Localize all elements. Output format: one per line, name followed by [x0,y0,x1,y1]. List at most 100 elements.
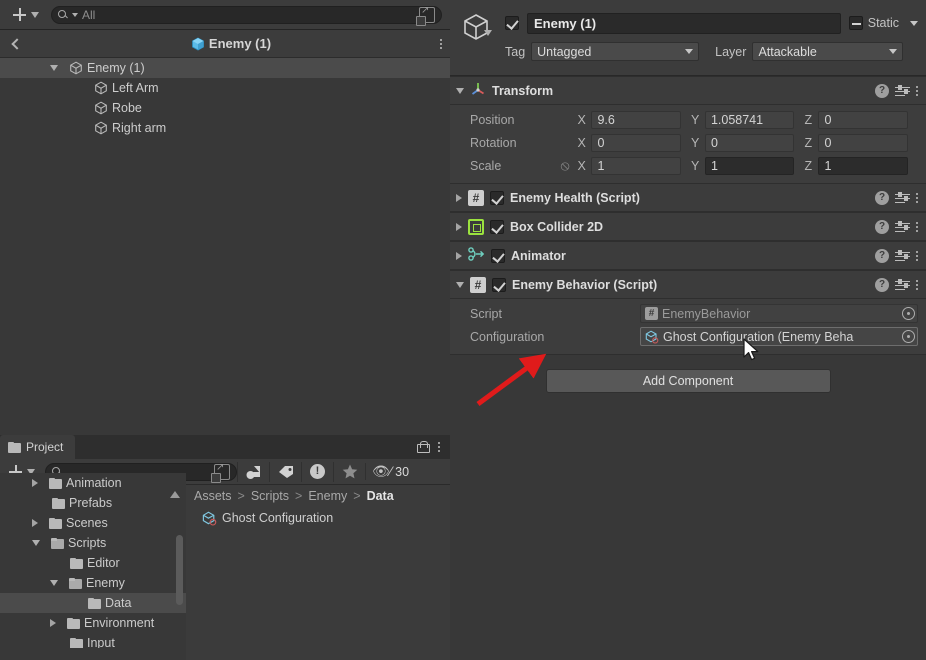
transform-scale-y-input[interactable]: 1 [704,156,795,175]
gameobject-name-input[interactable]: Enemy (1) [527,12,841,34]
transform-scale-x-input[interactable]: 1 [591,156,681,175]
favorites-icon[interactable] [333,461,365,482]
component-header-enemy-health-script[interactable]: # Enemy Health (Script)? [450,183,926,212]
expand-chevron-icon[interactable] [456,193,462,202]
expand-chevron-icon[interactable] [456,222,462,231]
project-folder-scripts[interactable]: Scripts [0,533,186,553]
exclamation-glyph: ! [310,464,325,479]
preset-icon[interactable] [895,84,910,98]
project-folder-scenes[interactable]: Scenes [0,513,186,533]
component-header-box-collider-2d[interactable]: Box Collider 2D? [450,212,926,241]
transform-scale-z-input[interactable]: 1 [818,156,908,175]
hierarchy-item-robe[interactable]: Robe [0,98,450,118]
transform-position-y-input[interactable]: 1.058741 [704,110,795,129]
hidden-assets-count[interactable]: 👁⁄ 30 [365,463,409,480]
expand-chevron-icon[interactable] [456,281,464,288]
static-checkbox[interactable] [848,16,863,30]
tag-dropdown[interactable]: Untagged [531,42,700,61]
hierarchy-item-right-arm[interactable]: Right arm [0,118,450,138]
prefab-title: Enemy (1) [22,36,440,51]
field-script-objectfield[interactable]: # EnemyBehavior [640,304,918,323]
project-folder-environment[interactable]: Environment [0,613,186,633]
expand-chevron-icon[interactable] [50,65,58,71]
project-folder-animation[interactable]: Animation [0,473,186,493]
preset-icon[interactable] [895,220,910,234]
component-enabled-checkbox[interactable] [491,248,505,263]
gameobject-enabled-checkbox[interactable] [505,16,519,30]
layer-dropdown[interactable]: Attackable [752,42,904,61]
expand-chevron-icon[interactable] [50,580,58,586]
constrain-proportions-icon[interactable] [559,157,577,174]
breadcrumb-item-scripts[interactable]: Scripts [251,489,289,503]
search-by-type-icon[interactable] [237,461,269,482]
project-folder-data[interactable]: Data [0,593,186,613]
expand-chevron-icon[interactable] [32,540,40,546]
static-toggle[interactable]: Static [848,16,918,30]
component-enabled-checkbox[interactable] [490,219,504,234]
help-icon[interactable]: ? [875,248,889,263]
preset-icon[interactable] [895,191,910,205]
expand-icon[interactable] [416,5,435,26]
back-chevron-icon[interactable] [8,37,22,51]
scriptable-object-icon [645,330,659,344]
transform-rotation-y-input[interactable]: 0 [704,133,795,152]
project-asset-browser: Assets > Scripts > Enemy > Data Ghost Configur… [186,485,450,660]
kebab-menu-icon[interactable] [916,279,918,290]
preset-icon[interactable] [895,278,910,292]
hierarchy-toolbar: All [0,0,450,30]
expand-chevron-icon[interactable] [50,619,56,627]
object-picker-icon[interactable] [902,330,915,343]
hierarchy-search-input[interactable]: All [51,5,442,26]
hierarchy-item-left-arm[interactable]: Left Arm [0,78,450,98]
project-tree-scrollbar[interactable] [176,535,183,605]
kebab-menu-icon[interactable] [916,250,918,261]
add-component-button[interactable]: Add Component [545,369,831,393]
expand-chevron-icon[interactable] [456,251,462,260]
kebab-menu-icon[interactable] [440,38,442,49]
project-folder-input[interactable]: Input [0,633,186,648]
expand-chevron-icon[interactable] [32,479,38,487]
help-icon[interactable]: ? [875,190,889,205]
breadcrumb-item-enemy[interactable]: Enemy [308,489,347,503]
tab-project[interactable]: Project [0,435,76,459]
project-folder-editor[interactable]: Editor [0,553,186,573]
scroll-up-arrow-icon[interactable] [170,491,180,498]
project-folder-label: Scripts [68,536,107,550]
transform-rotation-x-input[interactable]: 0 [591,133,681,152]
help-icon[interactable]: ? [875,219,889,234]
expand-chevron-icon[interactable] [32,519,38,527]
lock-icon[interactable] [417,441,430,453]
static-flags-chevron-icon[interactable] [910,20,918,26]
object-picker-icon[interactable] [902,307,915,320]
gameobject-type-chevron-icon[interactable] [484,30,492,36]
component-enabled-checkbox[interactable] [490,190,504,205]
breadcrumb-item-assets[interactable]: Assets [194,489,232,503]
chevron-down-icon [889,49,898,54]
help-icon[interactable]: ? [875,83,889,98]
component-header-transform[interactable]: Transform? [450,76,926,105]
breadcrumb-item-data[interactable]: Data [367,489,394,503]
kebab-menu-icon[interactable] [916,192,918,203]
expand-chevron-icon[interactable] [456,87,464,94]
hierarchy-item-enemy-1[interactable]: Enemy (1) [0,58,450,78]
kebab-menu-icon[interactable] [438,442,440,452]
create-gameobject-button[interactable] [8,7,43,22]
field-configuration-objectfield[interactable]: Ghost Configuration (Enemy Beha [640,327,918,346]
project-folder-enemy[interactable]: Enemy [0,573,186,593]
transform-rotation-z-input[interactable]: 0 [818,133,908,152]
expand-icon[interactable] [211,462,230,483]
transform-position-z-input[interactable]: 0 [818,110,908,129]
component-enabled-checkbox[interactable] [492,277,506,292]
preset-icon[interactable] [895,249,910,263]
kebab-menu-icon[interactable] [916,221,918,232]
warnings-filter-icon[interactable]: ! [301,461,333,482]
project-folder-prefabs[interactable]: Prefabs [0,493,186,513]
search-by-label-icon[interactable] [269,461,301,482]
component-header-animator[interactable]: Animator? [450,241,926,270]
gameobject-cube-icon [69,61,83,75]
transform-position-x-input[interactable]: 9.6 [591,110,681,129]
asset-item[interactable]: Ghost Configuration [186,507,450,529]
kebab-menu-icon[interactable] [916,85,918,96]
help-icon[interactable]: ? [875,277,889,292]
component-header-enemy-behavior-script[interactable]: # Enemy Behavior (Script)? [450,270,926,299]
